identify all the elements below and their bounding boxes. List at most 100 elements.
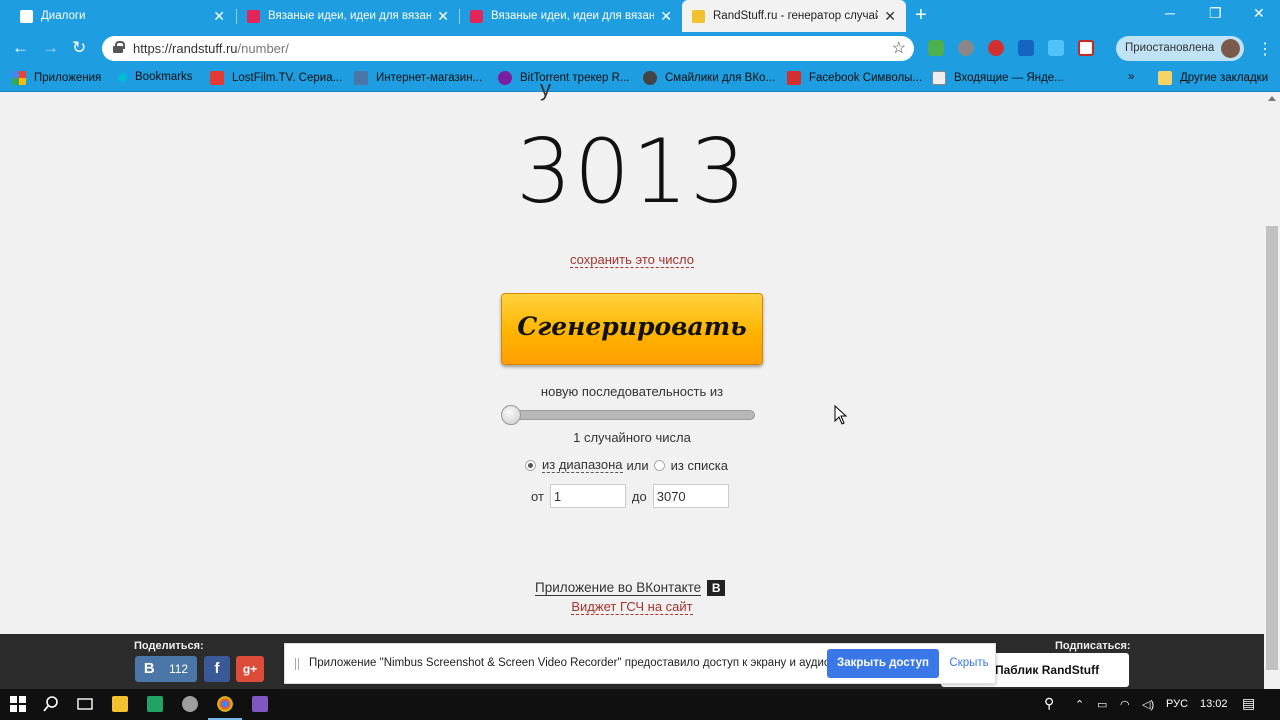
vertical-scrollbar[interactable] <box>1264 92 1280 670</box>
extension-icon[interactable] <box>928 40 944 56</box>
infobar-message: Приложение "Nimbus Screenshot & Screen V… <box>309 657 834 669</box>
chrome-icon[interactable] <box>217 696 233 712</box>
bookmark-lostfilm[interactable]: LostFilm.TV. Сериа... <box>210 71 342 85</box>
pinterest-icon <box>470 9 483 23</box>
to-input[interactable] <box>652 484 729 508</box>
range-radio[interactable] <box>525 459 536 471</box>
stop-sharing-button[interactable]: Закрыть доступ <box>827 649 939 678</box>
wifi-icon[interactable]: ◠ <box>1120 698 1130 711</box>
battery-icon[interactable]: ▭ <box>1097 698 1107 711</box>
public-label: Паблик RandStuff <box>995 663 1100 677</box>
bookmark-bittorrent[interactable]: BitTorrent трекер R... <box>498 71 630 85</box>
task-view-icon[interactable] <box>77 696 93 712</box>
mail-icon <box>932 71 946 85</box>
close-icon[interactable]: ✕ <box>884 8 896 25</box>
search-icon[interactable] <box>43 696 59 712</box>
language-indicator[interactable]: РУС <box>1166 698 1188 710</box>
bookmark-other[interactable]: Другие закладки <box>1158 71 1268 85</box>
lostfilm-icon <box>210 71 224 85</box>
back-icon[interactable]: ← <box>12 38 29 58</box>
notifications-icon[interactable]: ▤ <box>1242 695 1255 712</box>
widget-link[interactable]: Виджет ГСЧ на сайт <box>571 599 693 615</box>
scroll-up-arrow-icon[interactable] <box>1268 96 1276 101</box>
forward-icon[interactable]: → <box>42 38 59 58</box>
vk-app-link-label: Приложение во ВКонтакте <box>535 580 702 596</box>
list-option-label[interactable]: из списка <box>671 458 728 473</box>
visual-studio-icon[interactable] <box>252 696 268 712</box>
range-option-label[interactable]: из диапазона <box>542 457 623 473</box>
to-label: до <box>631 488 647 504</box>
mouse-cursor-icon <box>834 405 848 425</box>
restore-icon[interactable]: ❐ <box>1209 5 1222 22</box>
windows-taskbar: ⚲ ⌃ ▭ ◠ ◁) РУС 13:02 ▤ <box>0 689 1280 720</box>
extension-icon[interactable] <box>1018 40 1034 56</box>
show-hidden-icons-icon[interactable]: ⌃ <box>1075 698 1084 711</box>
tab-randstuff[interactable]: RandStuff.ru - генератор случайных ✕ <box>682 0 906 32</box>
gear-icon <box>643 71 657 85</box>
profile-button[interactable]: Приостановлена <box>1116 36 1244 61</box>
generate-button[interactable]: Сгенерировать <box>501 293 763 365</box>
app-icon[interactable] <box>182 696 198 712</box>
app-icon[interactable] <box>147 696 163 712</box>
bookmark-bookmarks[interactable]: Bookmarks <box>118 71 193 83</box>
people-icon[interactable]: ⚲ <box>1044 695 1054 712</box>
google-plus-share-icon[interactable]: g+ <box>236 656 264 682</box>
vk-share-count: 112 <box>168 662 189 676</box>
scrollbar-thumb[interactable] <box>1266 226 1278 670</box>
mode-selector: из диапазона или из списка <box>525 457 728 473</box>
hide-button[interactable]: Скрыть <box>947 649 991 678</box>
bookmark-apps[interactable]: Приложения <box>12 71 101 85</box>
randstuff-icon <box>692 9 705 23</box>
close-icon[interactable]: ✕ <box>437 8 449 25</box>
bookmark-shop[interactable]: Интернет-магазин... <box>354 71 482 85</box>
page-heading-fragment: у <box>540 76 551 101</box>
new-tab-button[interactable]: + <box>915 4 927 27</box>
save-number-link-wrap: сохранить это число <box>0 252 1264 268</box>
range-inputs: от до <box>531 484 729 508</box>
screen-share-infobar: Приложение "Nimbus Screenshot & Screen V… <box>284 643 996 684</box>
close-icon[interactable]: ✕ <box>660 8 672 25</box>
sequence-label: новую последовательность из <box>540 384 724 399</box>
slider-handle[interactable] <box>501 405 521 425</box>
volume-icon[interactable]: ◁) <box>1142 698 1154 711</box>
bookmark-star-icon[interactable]: ☆ <box>892 38 906 58</box>
windows-start-icon[interactable] <box>10 696 26 712</box>
bookmark-facebook-symbols[interactable]: Facebook Символы... <box>787 71 922 85</box>
nimbus-extension-icon[interactable] <box>1078 40 1094 56</box>
count-label: 1 случайного числа <box>573 430 691 445</box>
bookmarks-icon <box>118 72 127 82</box>
file-explorer-icon[interactable] <box>112 696 128 712</box>
browser-toolbar: ← → ↻ https://randstuff.ru/number/ ☆ При… <box>0 32 1280 65</box>
vk-share-letter: В <box>143 660 155 677</box>
extension-icon[interactable] <box>958 40 974 56</box>
clock[interactable]: 13:02 <box>1200 698 1228 710</box>
close-window-icon[interactable]: ✕ <box>1253 5 1265 22</box>
facebook-share-icon[interactable]: f <box>204 656 230 682</box>
tab-knitting-2[interactable]: Вязаные идеи, идеи для вязания ✕ <box>460 0 682 32</box>
tab-knitting-1[interactable]: Вязаные идеи, идеи для вязания ✕ <box>237 0 459 32</box>
profile-status: Приостановлена <box>1125 42 1215 54</box>
save-number-link[interactable]: сохранить это число <box>570 252 694 268</box>
minimize-icon[interactable]: ─ <box>1165 5 1175 21</box>
tab-title: RandStuff.ru - генератор случайных <box>713 10 879 22</box>
count-slider[interactable] <box>502 410 755 420</box>
tab-title: Вязаные идеи, идеи для вязания <box>268 10 432 22</box>
reload-icon[interactable]: ↻ <box>72 38 86 58</box>
vk-share-button[interactable]: В 112 <box>135 656 197 682</box>
close-icon[interactable]: ✕ <box>213 8 225 25</box>
list-radio[interactable] <box>653 459 665 471</box>
extension-icon[interactable] <box>988 40 1004 56</box>
bookmarks-overflow-icon[interactable]: » <box>1128 71 1134 83</box>
bookmark-smileys[interactable]: Смайлики для ВКо... <box>643 71 775 85</box>
bookmark-yandex-mail[interactable]: Входящие — Янде... <box>932 71 1064 85</box>
drag-handle-icon[interactable] <box>295 658 299 670</box>
from-label: от <box>531 488 544 504</box>
address-bar[interactable]: https://randstuff.ru/number/ ☆ <box>102 36 914 61</box>
vk-app-link[interactable]: Приложение во ВКонтакте В <box>535 580 726 596</box>
tab-title: Диалоги <box>41 10 86 22</box>
menu-icon[interactable]: ⋮ <box>1257 39 1273 59</box>
vk-icon: В <box>707 580 726 596</box>
extension-icon[interactable] <box>1048 40 1064 56</box>
from-input[interactable] <box>549 484 626 508</box>
tab-dialogs[interactable]: Диалоги ✕ <box>10 0 235 32</box>
